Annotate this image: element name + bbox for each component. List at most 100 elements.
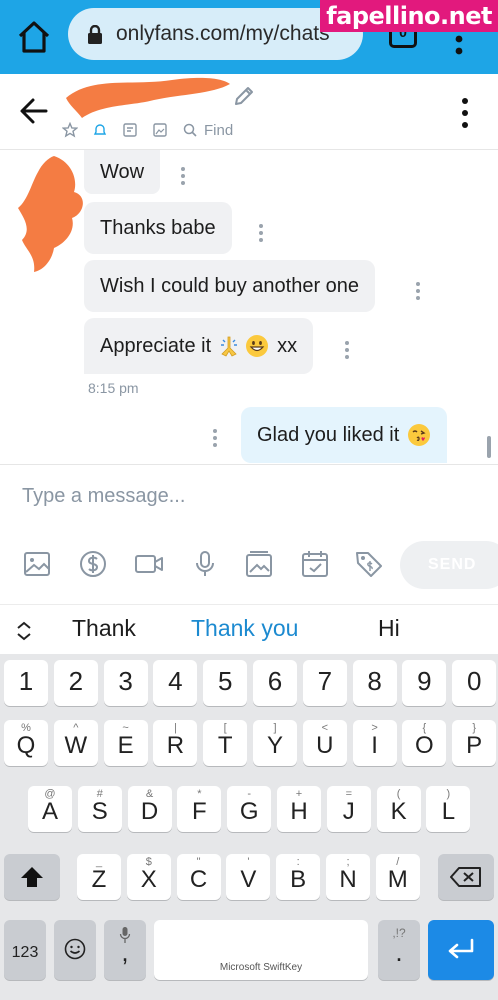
scrollbar-thumb[interactable] xyxy=(487,436,491,458)
message-timestamp: 8:15 pm xyxy=(88,380,139,396)
enter-key[interactable] xyxy=(428,920,494,980)
price-tag-icon[interactable] xyxy=(354,549,384,579)
key-j[interactable]: = J xyxy=(326,786,371,832)
edit-pencil-icon[interactable] xyxy=(232,84,256,108)
shift-key[interactable] xyxy=(4,854,60,900)
key-4[interactable]: 4 xyxy=(153,660,198,706)
key-label: 7 xyxy=(317,666,333,696)
period-key-label: . xyxy=(395,937,403,967)
expand-toolbar-icon[interactable] xyxy=(14,620,34,642)
message-bubble-incoming[interactable]: Thanks babe xyxy=(84,202,232,254)
star-icon[interactable] xyxy=(62,122,78,138)
key-9[interactable]: 9 xyxy=(402,660,447,706)
key-x[interactable]: $ X xyxy=(126,854,171,900)
key-t[interactable]: [T xyxy=(203,720,248,766)
space-bar-label: Microsoft SwiftKey xyxy=(219,962,303,973)
key-h[interactable]: + H xyxy=(277,786,321,832)
key-p[interactable]: } P xyxy=(452,720,497,766)
key-s[interactable]: # S xyxy=(77,786,122,832)
key-7[interactable]: 7 xyxy=(302,660,347,706)
key-label: J xyxy=(342,798,355,825)
key-z[interactable]: _ Z xyxy=(77,854,121,900)
key-label: T xyxy=(217,732,233,759)
address-bar[interactable]: onlyfans.com/my/chats xyxy=(68,8,363,60)
message-bubble-incoming[interactable]: Wish I could buy another one xyxy=(84,260,376,312)
gallery-icon[interactable] xyxy=(244,549,274,579)
key-label: R xyxy=(166,732,185,759)
home-icon[interactable] xyxy=(14,17,54,57)
key-b[interactable]: :B xyxy=(276,854,321,900)
message-options-icon[interactable] xyxy=(258,224,264,242)
microphone-icon[interactable] xyxy=(190,549,220,579)
space-bar[interactable]: Microsoft SwiftKey xyxy=(154,920,368,980)
lock-icon xyxy=(86,24,104,45)
suggestion-word[interactable]: Thank xyxy=(72,615,136,642)
key-0[interactable]: 0 xyxy=(452,660,497,706)
on-screen-keyboard: 1 2 3 4 5 6 7 8 9 0% Q ^ W ~ E | R[T] Y < U > I{O} P @ A # S & D * F - G… xyxy=(0,654,498,1000)
dollar-icon[interactable] xyxy=(78,549,108,579)
backspace-icon xyxy=(450,867,481,887)
key-3[interactable]: 3 xyxy=(103,660,148,706)
calendar-icon[interactable] xyxy=(300,549,330,579)
key-a[interactable]: @ A xyxy=(28,786,72,832)
comma-key[interactable]: , xyxy=(104,920,146,980)
page: { "browser": { "url": "onlyfans.com/my/c… xyxy=(0,0,498,1000)
message-bubble-outgoing[interactable]: Glad you liked it xyxy=(241,407,448,463)
watermark: fapellino.net xyxy=(320,0,498,32)
key-v[interactable]: ' V xyxy=(226,854,271,900)
symbols-key[interactable]: 123 xyxy=(4,920,46,980)
enter-return-icon xyxy=(448,938,474,959)
key-2[interactable]: 2 xyxy=(53,660,98,706)
suggestion-word-primary[interactable]: Thank you xyxy=(191,615,298,642)
key-w[interactable]: ^ W xyxy=(53,720,98,766)
key-n[interactable]: ; N xyxy=(326,854,370,900)
key-q[interactable]: % Q xyxy=(4,720,48,766)
key-label: 5 xyxy=(217,666,233,696)
key-r[interactable]: | R xyxy=(153,720,198,766)
key-label: 2 xyxy=(68,666,84,696)
key-e[interactable]: ~ E xyxy=(103,720,148,766)
key-d[interactable]: & D xyxy=(127,786,172,832)
backspace-key[interactable] xyxy=(438,854,494,900)
video-icon[interactable] xyxy=(134,549,164,579)
key-label: 0 xyxy=(466,666,482,696)
key-1[interactable]: 1 xyxy=(4,660,48,706)
key-m[interactable]: / M xyxy=(375,854,420,900)
find-label[interactable]: Find xyxy=(204,122,233,139)
key-k[interactable]: (K xyxy=(376,786,421,832)
back-arrow-icon[interactable] xyxy=(18,96,50,126)
message-options-icon[interactable] xyxy=(180,167,186,185)
suggestion-word[interactable]: Hi xyxy=(378,615,400,642)
emoji-key[interactable] xyxy=(54,920,96,980)
url-text: onlyfans.com/my/chats xyxy=(116,22,330,45)
find-search-icon[interactable] xyxy=(182,122,198,138)
key-l[interactable]: ) L xyxy=(426,786,471,832)
key-8[interactable]: 8 xyxy=(352,660,397,706)
key-label: W xyxy=(64,732,88,759)
send-button[interactable]: SEND xyxy=(400,541,498,589)
chat-options-icon[interactable] xyxy=(458,96,472,130)
key-c[interactable]: " C xyxy=(176,854,221,900)
key-g[interactable]: -G xyxy=(227,786,272,832)
key-o[interactable]: {O xyxy=(402,720,447,766)
key-6[interactable]: 6 xyxy=(253,660,297,706)
key-label: 4 xyxy=(168,666,183,696)
period-key[interactable]: ,!? . xyxy=(378,920,420,980)
message-bubble-incoming[interactable]: Wow xyxy=(84,150,161,194)
message-options-icon[interactable] xyxy=(212,429,218,447)
image-icon[interactable] xyxy=(22,549,52,579)
message-input[interactable] xyxy=(0,465,498,527)
notification-bell-icon[interactable] xyxy=(92,122,108,138)
message-options-icon[interactable] xyxy=(344,341,350,359)
notes-icon[interactable] xyxy=(122,122,138,138)
key-label: 6 xyxy=(267,666,283,696)
message-text: Wow xyxy=(100,160,145,183)
key-i[interactable]: > I xyxy=(352,720,397,766)
key-y[interactable]: ] Y xyxy=(253,720,297,766)
message-bubble-incoming[interactable]: Appreciate it xx xyxy=(84,318,314,374)
key-f[interactable]: * F xyxy=(177,786,222,832)
message-options-icon[interactable] xyxy=(415,282,421,300)
key-u[interactable]: < U xyxy=(302,720,347,766)
key-5[interactable]: 5 xyxy=(203,660,248,706)
media-gallery-icon[interactable] xyxy=(152,122,168,138)
